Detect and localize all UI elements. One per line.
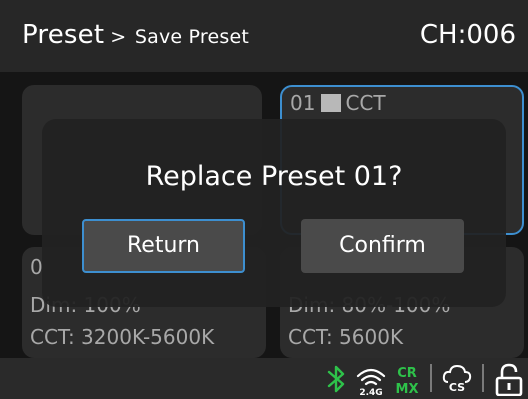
preset-number: 01 [290,91,316,115]
status-bar: 2.4G CR MX CS [0,358,528,399]
color-chip-icon [321,94,342,112]
top-bar: Preset > Save Preset CH:006 [0,0,528,72]
return-button[interactable]: Return [82,219,245,273]
status-divider [430,364,432,392]
page-title: Preset > Save Preset [22,20,249,50]
dialog-title: Replace Preset 01? [145,161,403,192]
wireless-2-4g-icon: 2.4G [356,368,386,396]
crmx-bottom: MX [396,382,419,396]
bluetooth-icon [327,365,345,393]
replace-preset-dialog: Replace Preset 01? Return Confirm [42,119,506,307]
title-text: Preset [22,20,105,50]
preset-number: 0 [30,255,43,279]
lock-icon[interactable] [494,362,524,396]
preset-mode: CCT [345,91,386,115]
confirm-button[interactable]: Confirm [301,219,464,273]
wireless-band-label: 2.4G [359,388,382,396]
breadcrumb: Save Preset [134,26,249,48]
status-divider [482,364,484,392]
crmx-icon: CR MX [396,366,419,396]
cs-icon: CS [442,364,472,394]
cs-label: CS [449,381,465,394]
preset-card-01-header: 01 CCT [290,91,386,115]
preset-cct: CCT: 3200K-5600K [30,325,215,349]
preset-cct: CCT: 5600K [288,325,404,349]
crmx-top: CR [397,366,417,381]
channel-indicator: CH:006 [419,20,516,50]
breadcrumb-separator: > [110,26,127,48]
